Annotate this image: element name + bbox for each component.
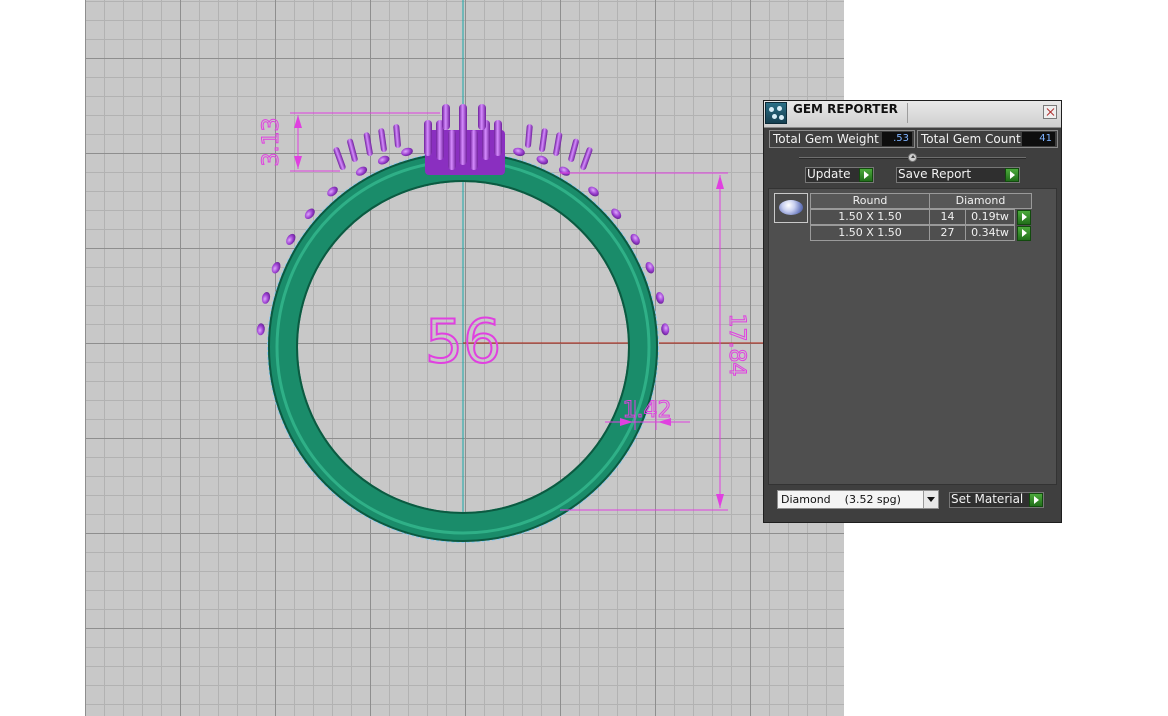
material-select[interactable]: Diamond (3.52 spg) [777, 490, 939, 509]
head-prong [478, 104, 486, 130]
set-material-arrow-icon[interactable] [1029, 493, 1043, 507]
setting-height-label: 3.13 [259, 118, 284, 167]
save-report-button[interactable]: Save Report [896, 167, 1020, 183]
gem-reporter-title: GEM REPORTER [793, 102, 898, 116]
setting-prong [525, 124, 533, 149]
gem-stone [261, 291, 271, 304]
head-prong [448, 130, 456, 170]
head-prong [494, 120, 502, 156]
gem-stone [588, 186, 599, 197]
gem-stone [327, 186, 338, 197]
gem-list-area: Round Diamond 1.50 X 1.50 14 0.19tw 1.50… [768, 188, 1057, 485]
gem-stone [304, 208, 315, 220]
total-gem-count-label: Total Gem Count [921, 132, 1021, 146]
gem-stone [377, 155, 390, 165]
ring-size-label: 56 [425, 307, 501, 377]
update-button[interactable]: Update [805, 167, 874, 183]
gem-stone [558, 166, 571, 176]
head-prong [470, 130, 478, 170]
total-gem-count-field: Total Gem Count 41 [917, 130, 1058, 148]
head-prong [424, 120, 432, 156]
top-setting [333, 104, 593, 175]
close-icon[interactable] [1043, 105, 1057, 119]
setting-prong [347, 138, 358, 163]
chevron-down-icon[interactable] [923, 491, 938, 508]
gem-reporter-titlebar[interactable]: GEM REPORTER [764, 101, 1061, 128]
gem-stone [661, 323, 670, 336]
slider-thumb[interactable] [908, 153, 917, 162]
diamond-round-thumbnail[interactable] [774, 193, 808, 223]
total-gem-weight-field: Total Gem Weight .53 [769, 130, 915, 148]
height-dimension-label: 17.84 [724, 314, 749, 377]
setting-prong [393, 124, 401, 149]
gem-stone [655, 291, 665, 304]
titlebar-divider [907, 103, 908, 123]
save-report-arrow-icon[interactable] [1005, 168, 1019, 182]
table-row-1-size: 1.50 X 1.50 [810, 209, 930, 225]
setting-prong [580, 147, 593, 171]
table-row-2-size: 1.50 X 1.50 [810, 225, 930, 241]
gem-stone [645, 261, 655, 274]
set-material-label: Set Material [951, 492, 1024, 506]
row-2-select-arrow-icon[interactable] [1017, 226, 1031, 241]
gem-stone [355, 166, 368, 176]
total-gem-weight-value[interactable]: .53 [882, 132, 912, 146]
round-gem-icon [779, 200, 803, 215]
gem-stone [611, 208, 622, 220]
material-select-value: Diamond (3.52 spg) [781, 493, 901, 506]
table-row-1-weight: 0.19tw [965, 209, 1015, 225]
row-1-select-arrow-icon[interactable] [1017, 210, 1031, 225]
head-prong [459, 104, 467, 130]
gem-stone [630, 233, 640, 245]
save-report-label: Save Report [898, 167, 972, 181]
table-header-shape: Round [810, 193, 930, 209]
set-material-button[interactable]: Set Material [949, 492, 1044, 508]
gem-reporter-panel: GEM REPORTER Total Gem Weight .53 Total … [763, 100, 1062, 523]
band-width-label: 1.42 [623, 398, 672, 423]
setting-prong [333, 147, 346, 171]
head-prong [442, 104, 450, 130]
gem-stone [271, 261, 281, 274]
update-arrow-icon[interactable] [859, 168, 873, 182]
gem-stone [256, 323, 265, 336]
gem-reporter-app-icon [765, 102, 787, 124]
gem-stone [401, 147, 413, 157]
table-row-2-weight: 0.34tw [965, 225, 1015, 241]
table-row-1-count: 14 [929, 209, 966, 225]
total-gem-count-value[interactable]: 41 [1022, 132, 1055, 146]
update-button-label: Update [807, 167, 851, 181]
setting-prong [568, 138, 579, 163]
gem-stone [286, 233, 296, 245]
gem-stone [536, 155, 549, 165]
table-header-material: Diamond [929, 193, 1032, 209]
gem-stone [513, 147, 525, 157]
setting-prong [539, 128, 548, 153]
total-gem-weight-label: Total Gem Weight [773, 132, 879, 146]
setting-prong [553, 132, 563, 157]
setting-prong [378, 128, 387, 153]
table-row-2-count: 27 [929, 225, 966, 241]
setting-prong [363, 132, 373, 157]
